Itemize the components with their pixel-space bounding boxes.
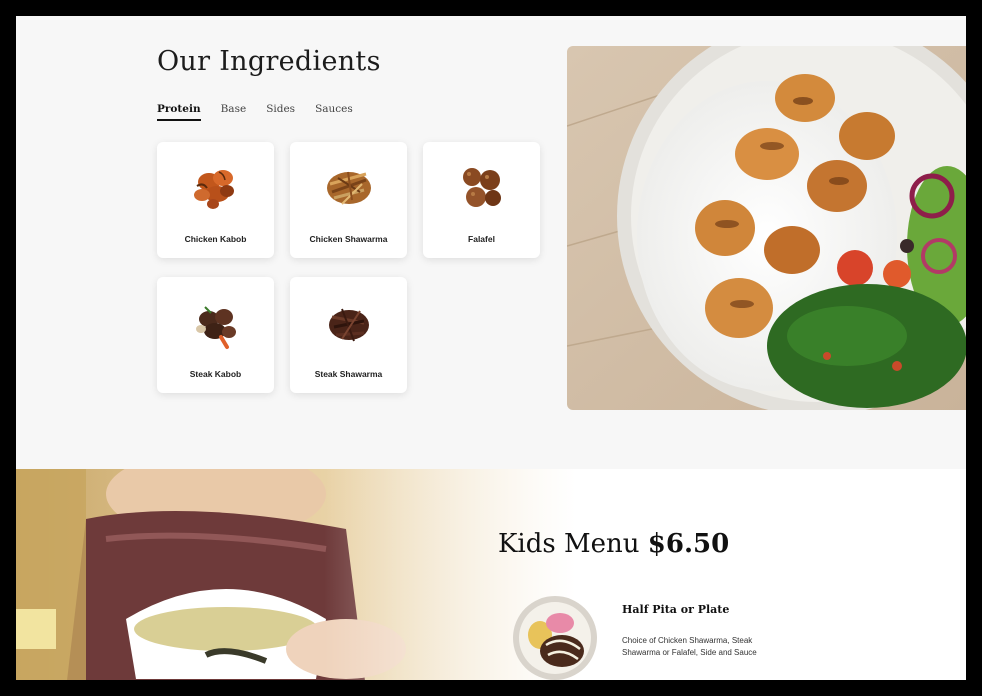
kids-menu-title: Kids Menu $6.50 (498, 529, 729, 559)
page: Our Ingredients Protein Base Sides Sauce… (16, 16, 966, 680)
ingredient-card-chicken-kabob[interactable]: Chicken Kabob (157, 142, 274, 258)
tab-protein[interactable]: Protein (157, 103, 201, 121)
ingredient-label: Chicken Kabob (184, 234, 247, 244)
ingredient-card-steak-shawarma[interactable]: Steak Shawarma (290, 277, 407, 393)
ingredient-label: Steak Shawarma (314, 369, 383, 379)
plate-photo (567, 46, 966, 410)
ingredient-tabs: Protein Base Sides Sauces (157, 103, 353, 121)
ingredient-card-chicken-shawarma[interactable]: Chicken Shawarma (290, 142, 407, 258)
kids-item-name: Half Pita or Plate (622, 603, 730, 616)
steak-kabob-icon (196, 306, 236, 349)
chicken-shawarma-icon (327, 171, 371, 205)
tab-sauces[interactable]: Sauces (315, 103, 353, 121)
kids-photo (16, 469, 576, 680)
falafel-icon (463, 168, 501, 207)
chicken-kabob-icon (194, 170, 234, 209)
tab-sides[interactable]: Sides (266, 103, 295, 121)
ingredient-label: Chicken Shawarma (309, 234, 388, 244)
steak-shawarma-icon (329, 308, 369, 342)
ingredient-card-falafel[interactable]: Falafel (423, 142, 540, 258)
ingredient-label: Falafel (468, 234, 495, 244)
kids-menu-section: Kids Menu $6.50 Half Pita or Plate Choic… (16, 469, 966, 680)
kids-menu-price: $6.50 (647, 529, 730, 559)
ingredients-title: Our Ingredients (157, 46, 381, 77)
kids-menu-label: Kids Menu (498, 529, 640, 559)
tab-base[interactable]: Base (221, 103, 247, 121)
ingredient-card-steak-kabob[interactable]: Steak Kabob (157, 277, 274, 393)
kids-meal-bowl-image (513, 596, 597, 680)
ingredient-label: Steak Kabob (189, 369, 242, 379)
kids-item-description: Choice of Chicken Shawarma, Steak Shawar… (622, 636, 757, 657)
